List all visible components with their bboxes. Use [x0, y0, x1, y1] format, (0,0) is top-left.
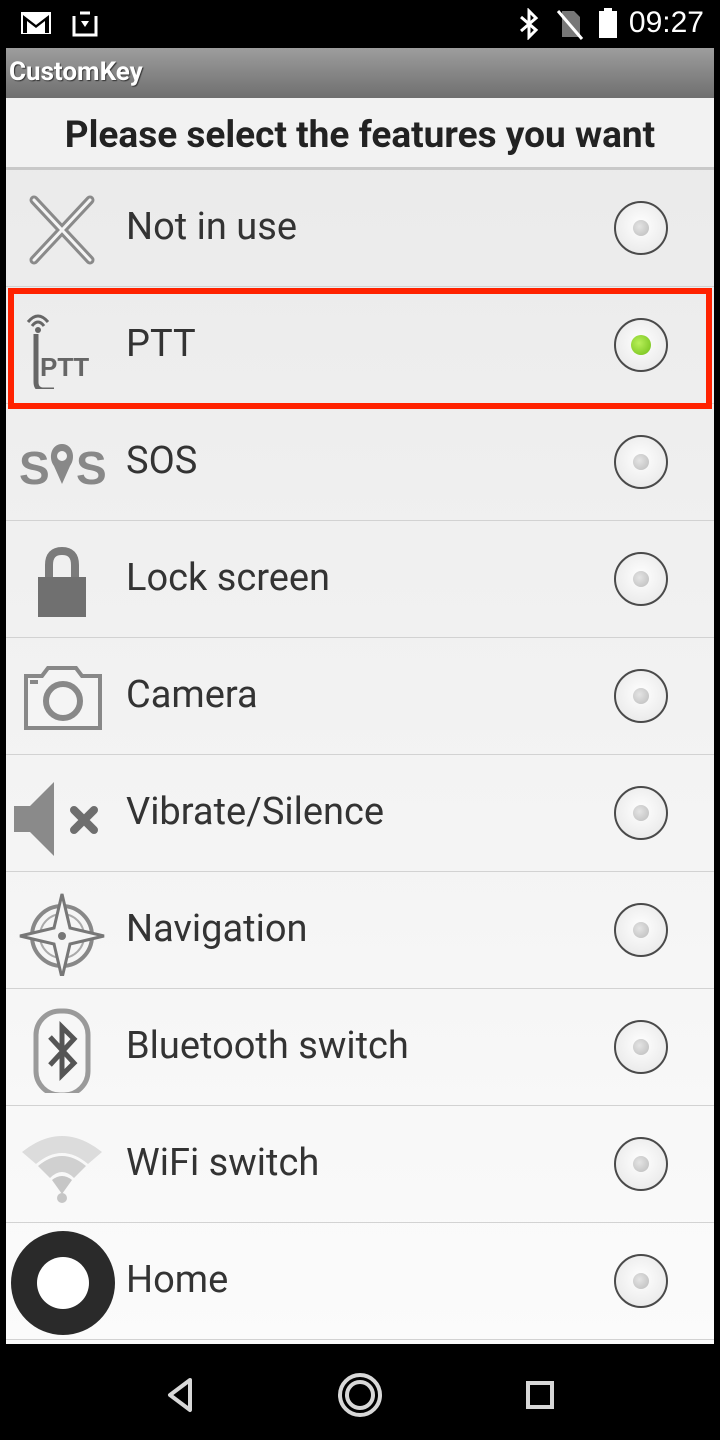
- back-icon[interactable]: [156, 1370, 206, 1420]
- radio-dot: [633, 571, 649, 587]
- option-not-in-use[interactable]: Not in use: [6, 170, 714, 287]
- option-sos[interactable]: S S SOS: [6, 404, 714, 521]
- option-label: Camera: [126, 673, 258, 717]
- bluetooth-icon: [520, 8, 539, 40]
- radio-dot: [633, 220, 649, 236]
- option-home[interactable]: Home: [6, 1223, 714, 1340]
- home-icon[interactable]: [335, 1370, 385, 1420]
- no-sim-icon: [556, 10, 584, 40]
- option-lock-screen[interactable]: Lock screen: [6, 521, 714, 638]
- prompt-text: Please select the features you want: [64, 114, 656, 157]
- clock: 09:27: [628, 6, 704, 39]
- status-bar: 09:27: [0, 0, 720, 48]
- radio-dot: [633, 922, 649, 938]
- radio-dot-selected: [631, 335, 651, 355]
- option-bluetooth-switch[interactable]: Bluetooth switch: [6, 989, 714, 1106]
- option-radio[interactable]: [614, 786, 668, 840]
- option-wifi-switch[interactable]: WiFi switch: [6, 1106, 714, 1223]
- wifi-icon: [22, 1136, 102, 1203]
- radio-dot: [633, 454, 649, 470]
- option-vibrate-silence[interactable]: Vibrate/Silence: [6, 755, 714, 872]
- compass-icon: [19, 893, 105, 976]
- radio-dot: [633, 1156, 649, 1172]
- option-radio[interactable]: [614, 903, 668, 957]
- svg-text:S: S: [76, 442, 106, 494]
- recents-icon[interactable]: [515, 1370, 565, 1420]
- option-radio[interactable]: [614, 1254, 668, 1308]
- option-navigation[interactable]: Navigation: [6, 872, 714, 989]
- option-label: Navigation: [126, 907, 308, 951]
- option-radio[interactable]: [614, 552, 668, 606]
- option-label: Vibrate/Silence: [126, 790, 385, 834]
- option-radio[interactable]: [614, 201, 668, 255]
- option-radio[interactable]: [614, 1020, 668, 1074]
- option-label: Lock screen: [126, 556, 331, 600]
- title-bar: CustomKey: [6, 48, 714, 98]
- option-label: PTT: [126, 322, 196, 366]
- radio-dot: [633, 1039, 649, 1055]
- download-icon: [72, 10, 98, 37]
- option-ptt[interactable]: PTT PTT: [6, 287, 714, 404]
- svg-text:S: S: [19, 442, 50, 494]
- camera-icon: [24, 666, 102, 730]
- lock-icon: [38, 546, 86, 617]
- svg-text:PTT: PTT: [40, 352, 89, 382]
- option-label: Not in use: [126, 205, 297, 249]
- option-radio[interactable]: [614, 318, 668, 372]
- option-radio[interactable]: [614, 669, 668, 723]
- speaker-mute-icon: [14, 782, 98, 856]
- home-ring-icon: [11, 1231, 115, 1335]
- radio-dot: [633, 1273, 649, 1289]
- option-label: SOS: [126, 439, 198, 483]
- option-label: Home: [126, 1258, 229, 1302]
- battery-icon: [599, 8, 617, 38]
- sos-icon: S S: [19, 442, 106, 494]
- gmail-icon: [21, 12, 51, 34]
- bluetooth-icon: [33, 1008, 91, 1093]
- x-icon: [29, 195, 95, 265]
- app-title: CustomKey: [9, 57, 143, 87]
- option-radio[interactable]: [614, 435, 668, 489]
- customkey-window: CustomKey Please select the features you…: [6, 48, 714, 1344]
- option-camera[interactable]: Camera: [6, 638, 714, 755]
- radio-dot: [633, 805, 649, 821]
- prompt-header: Please select the features you want: [6, 98, 714, 170]
- ptt-icon: PTT: [26, 314, 89, 389]
- navigation-bar: [0, 1344, 720, 1440]
- option-label: Bluetooth switch: [126, 1024, 409, 1068]
- option-radio[interactable]: [614, 1137, 668, 1191]
- radio-dot: [633, 688, 649, 704]
- option-label: WiFi switch: [126, 1141, 320, 1185]
